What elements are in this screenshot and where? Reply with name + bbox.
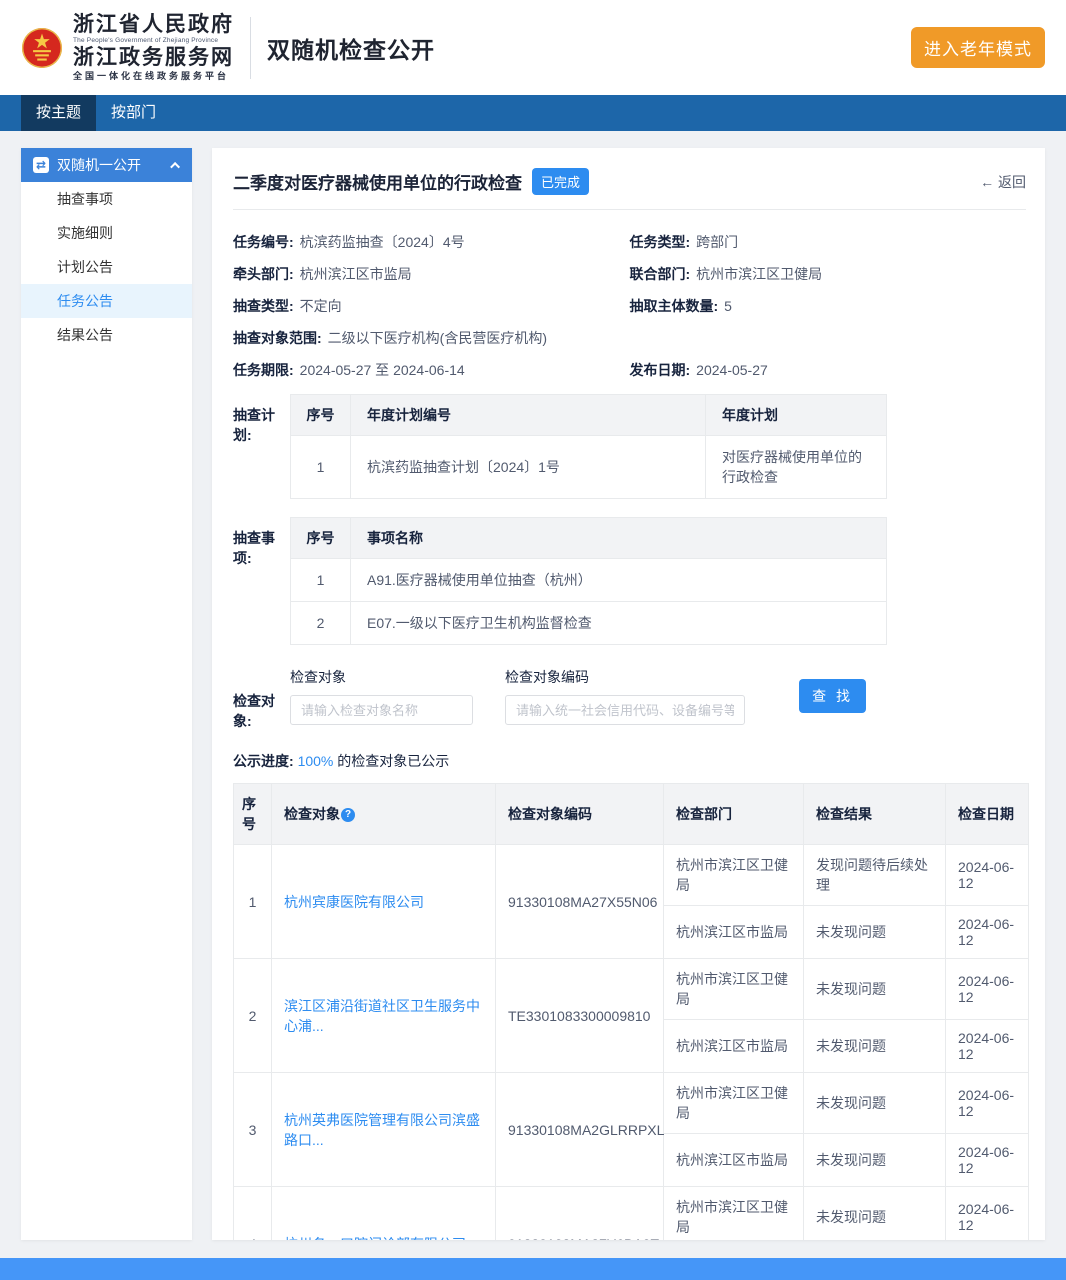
detail-scope: 抽查对象范围:二级以下医疗机构(含民营医疗机构)	[233, 322, 1026, 354]
target-name-label: 检查对象	[290, 667, 473, 687]
sidebar-item-inspection-items[interactable]: 抽查事项	[21, 182, 192, 216]
detail-lead-dept: 牵头部门:杭州滨江区市监局	[233, 258, 630, 290]
plan-col-no: 序号	[291, 395, 351, 436]
task-details: 任务编号:杭滨药监抽查〔2024〕4号 任务类型:跨部门 牵头部门:杭州滨江区市…	[233, 226, 1026, 386]
table-row: 2 滨江区浦沿街道社区卫生服务中心浦... TE3301083300009810…	[234, 959, 1029, 1020]
top-nav: 按主题 按部门	[0, 95, 1066, 131]
page-title: 二季度对医疗器械使用单位的行政检查	[233, 169, 522, 194]
chevron-up-icon	[170, 161, 180, 171]
table-row: 3 杭州英弗医院管理有限公司滨盛路口... 91330108MA2GLRRPXL…	[234, 1073, 1029, 1134]
detail-subject-count: 抽取主体数量:5	[630, 290, 1027, 322]
detail-publish-date: 发布日期:2024-05-27	[630, 354, 1027, 386]
items-col-name: 事项名称	[351, 518, 887, 559]
sidebar-item-task-announcement[interactable]: 任务公告	[21, 284, 192, 318]
inspection-target-link[interactable]: 滨江区浦沿街道社区卫生服务中心浦...	[284, 998, 480, 1034]
portal-name: 浙江政务服务网	[73, 47, 234, 68]
detail-check-type: 抽查类型:不定向	[233, 290, 630, 322]
target-name-input[interactable]	[290, 695, 473, 725]
col-result-header: 检查结果	[804, 784, 946, 845]
footer-bar	[0, 1258, 1066, 1280]
site-title: 双随机检查公开	[267, 31, 435, 65]
title-separator	[233, 209, 1026, 210]
target-code-label: 检查对象编码	[505, 667, 745, 687]
col-no-header: 序号	[234, 784, 272, 845]
inspection-target-link[interactable]: 杭州宾康医院有限公司	[284, 894, 424, 910]
task-title-row: 二季度对医疗器械使用单位的行政检查 已完成 ← 返回	[233, 168, 1026, 195]
sidebar-item-implementation-rules[interactable]: 实施细则	[21, 216, 192, 250]
detail-task-type: 任务类型:跨部门	[630, 226, 1027, 258]
plan-section: 抽查计划: 序号 年度计划编号 年度计划 1 杭滨药监抽查计划〔2024〕1号 …	[233, 394, 1026, 499]
status-badge: 已完成	[532, 168, 589, 195]
header-divider	[250, 17, 251, 79]
detail-task-no: 任务编号:杭滨药监抽查〔2024〕4号	[233, 226, 630, 258]
inspection-target-link[interactable]: 杭州名一口腔门诊部有限公司	[284, 1236, 466, 1241]
table-row: 4 杭州名一口腔门诊部有限公司 91330108MA27Y6BA0T 杭州市滨江…	[234, 1187, 1029, 1241]
items-section: 抽查事项: 序号 事项名称 1 A91.医疗器械使用单位抽查（杭州） 2 E07…	[233, 517, 1026, 645]
sidebar-item-plan-announcement[interactable]: 计划公告	[21, 250, 192, 284]
col-dept-header: 检查部门	[664, 784, 804, 845]
search-section-label: 检查对象:	[233, 667, 290, 731]
sidebar-group-title: 双随机一公开	[57, 155, 141, 175]
target-name-field-group: 检查对象	[290, 667, 473, 725]
portal-tagline: 全国一体化在线政务服务平台	[73, 72, 234, 81]
gov-name: 浙江省人民政府	[73, 14, 234, 35]
gov-logo-text: 浙江省人民政府 The People's Government of Zheji…	[73, 14, 234, 82]
gov-name-en: The People's Government of Zhejiang Prov…	[73, 38, 234, 45]
sidebar: ⇄ 双随机一公开 抽查事项 实施细则 计划公告 任务公告 结果公告	[21, 148, 192, 1240]
results-table: 序号 检查对象? 检查对象编码 检查部门 检查结果 检查日期 1 杭州宾康医院有…	[233, 783, 1029, 1240]
plan-col-plan-name: 年度计划	[706, 395, 887, 436]
content-area: ⇄ 双随机一公开 抽查事项 实施细则 计划公告 任务公告 结果公告 二季度对医疗…	[0, 131, 1066, 1258]
plan-col-plan-no: 年度计划编号	[351, 395, 706, 436]
plan-table: 序号 年度计划编号 年度计划 1 杭滨药监抽查计划〔2024〕1号 对医疗器械使…	[290, 394, 887, 499]
publicity-progress: 公示进度: 100% 的检查对象已公示	[233, 751, 1026, 771]
back-link-label: 返回	[998, 174, 1026, 190]
main-panel: 二季度对医疗器械使用单位的行政检查 已完成 ← 返回 任务编号:杭滨药监抽查〔2…	[212, 148, 1045, 1240]
search-section: 检查对象: 检查对象 检查对象编码 查 找	[233, 667, 1026, 731]
table-row: 1 杭州宾康医院有限公司 91330108MA27X55N06 杭州市滨江区卫健…	[234, 845, 1029, 906]
items-row: 1 A91.医疗器械使用单位抽查（杭州）	[291, 559, 887, 602]
inspection-target-link[interactable]: 杭州英弗医院管理有限公司滨盛路口...	[284, 1112, 480, 1148]
items-col-no: 序号	[291, 518, 351, 559]
progress-percent: 100%	[298, 753, 334, 769]
sidebar-item-result-announcement[interactable]: 结果公告	[21, 318, 192, 352]
col-code-header: 检查对象编码	[496, 784, 664, 845]
items-row: 2 E07.一级以下医疗卫生机构监督检查	[291, 602, 887, 645]
double-random-icon: ⇄	[33, 157, 49, 173]
sidebar-group-header[interactable]: ⇄ 双随机一公开	[21, 148, 192, 182]
back-link[interactable]: ← 返回	[980, 172, 1026, 192]
target-code-input[interactable]	[505, 695, 745, 725]
plan-row: 1 杭滨药监抽查计划〔2024〕1号 对医疗器械使用单位的行政检查	[291, 436, 887, 499]
detail-period: 任务期限:2024-05-27 至 2024-06-14	[233, 354, 630, 386]
tab-by-theme[interactable]: 按主题	[21, 95, 96, 131]
results-header-row: 序号 检查对象? 检查对象编码 检查部门 检查结果 检查日期	[234, 784, 1029, 845]
items-section-label: 抽查事项:	[233, 517, 290, 645]
help-icon[interactable]: ?	[341, 808, 355, 822]
elderly-mode-button[interactable]: 进入老年模式	[911, 27, 1045, 68]
items-table: 序号 事项名称 1 A91.医疗器械使用单位抽查（杭州） 2 E07.一级以下医…	[290, 517, 887, 645]
target-code-field-group: 检查对象编码	[505, 667, 745, 725]
detail-joint-dept: 联合部门:杭州市滨江区卫健局	[630, 258, 1027, 290]
col-date-header: 检查日期	[946, 784, 1029, 845]
col-name-header: 检查对象?	[272, 784, 496, 845]
tab-by-department[interactable]: 按部门	[96, 95, 171, 131]
search-button[interactable]: 查 找	[799, 679, 866, 713]
page-header: 浙江省人民政府 The People's Government of Zheji…	[0, 0, 1066, 95]
plan-section-label: 抽查计划:	[233, 394, 290, 499]
national-emblem-logo	[21, 27, 63, 69]
